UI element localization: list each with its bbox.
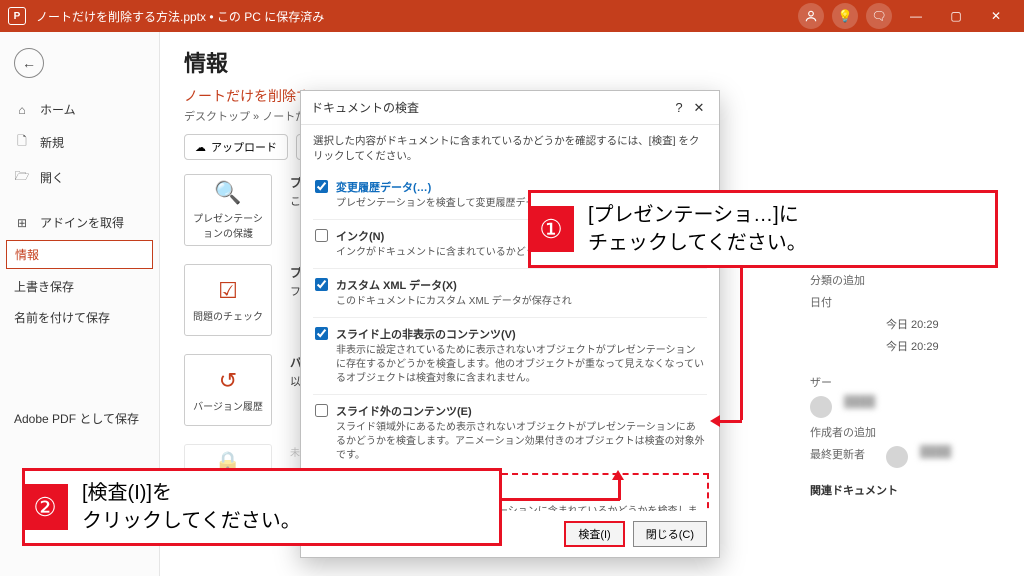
title-bar: P ノートだけを削除する方法.pptx • この PC に保存済み 💡 🗨 ― … [0, 0, 1024, 32]
step-number-1: ① [528, 206, 574, 252]
lightbulb-icon[interactable]: 💡 [832, 3, 858, 29]
inspect-item[interactable]: スライド上の非表示のコンテンツ(V)非表示に設定されているために表示されないオブ… [313, 317, 707, 394]
close-button[interactable]: 閉じる(C) [633, 521, 707, 547]
instruction-callout-2: ② [検査(I)]を クリックしてください。 [22, 468, 502, 546]
nav-info[interactable]: 情報 [6, 240, 153, 269]
minimize-button[interactable]: ― [896, 0, 936, 32]
help-button[interactable]: ? [669, 100, 689, 115]
arrow-line [618, 478, 621, 500]
protect-presentation-button[interactable]: 🔍プレゼンテーションの保護 [184, 174, 272, 246]
version-history-button[interactable]: ↺バージョン履歴 [184, 354, 272, 426]
addins-icon: ⊞ [14, 216, 30, 230]
window-title: ノートだけを削除する方法.pptx • この PC に保存済み [36, 8, 794, 25]
maximize-button[interactable]: ▢ [936, 0, 976, 32]
properties-panel: 分類の追加 日付 今日 20:29 今日 20:29 ザー ████ 作成者の追… [810, 272, 1000, 504]
powerpoint-icon: P [8, 7, 26, 25]
avatar [886, 446, 908, 468]
dialog-description: 選択した内容がドキュメントに含まれているかどうかを確認するには、[検査] をクリ… [301, 125, 719, 171]
check-issues-button[interactable]: ☑問題のチェック [184, 264, 272, 336]
nav-new[interactable]: 🗋新規 [0, 125, 159, 160]
feedback-icon[interactable]: 🗨 [866, 3, 892, 29]
inspect-item[interactable]: カスタム XML データ(X)このドキュメントにカスタム XML データが保存さ… [313, 268, 707, 317]
arrow-line [502, 498, 620, 501]
inspect-item[interactable]: スライド外のコンテンツ(E)スライド領域外にあるため表示されないオブジェクトがプ… [313, 394, 707, 471]
back-button[interactable]: ← [14, 48, 44, 78]
page-heading: 情報 [184, 46, 1000, 78]
open-icon: 🗁 [14, 167, 30, 188]
nav-saveas[interactable]: 名前を付けて保存 [0, 302, 159, 333]
home-icon: ⌂ [14, 103, 30, 117]
upload-button[interactable]: ☁ アップロード [184, 134, 288, 160]
avatar [810, 396, 832, 418]
check-icon: ☑ [218, 278, 238, 304]
dialog-close-button[interactable]: ✕ [689, 100, 709, 116]
account-icon[interactable] [798, 3, 824, 29]
dialog-title: ドキュメントの検査 [311, 99, 669, 116]
history-icon: ↺ [219, 368, 237, 394]
checkbox-hidden[interactable] [315, 327, 328, 340]
lock-icon: 🔍 [214, 180, 241, 206]
nav-pdf[interactable]: Adobe PDF として保存 [0, 403, 159, 434]
checkbox-offslide[interactable] [315, 404, 328, 417]
checkbox-xml[interactable] [315, 278, 328, 291]
close-button[interactable]: ✕ [976, 0, 1016, 32]
checkbox-revision[interactable] [315, 180, 328, 193]
new-icon: 🗋 [14, 132, 30, 153]
arrowhead-icon [612, 470, 624, 480]
arrow-line [718, 420, 742, 423]
nav-home[interactable]: ⌂ホーム [0, 94, 159, 125]
nav-open[interactable]: 🗁開く [0, 160, 159, 195]
checkbox-ink[interactable] [315, 229, 328, 242]
arrow-line [740, 260, 743, 420]
nav-save[interactable]: 上書き保存 [0, 271, 159, 302]
arrowhead-icon [710, 415, 720, 427]
nav-addins[interactable]: ⊞アドインを取得 [0, 207, 159, 238]
step-number-2: ② [22, 484, 68, 530]
inspect-button[interactable]: 検査(I) [564, 521, 624, 547]
instruction-callout-1: ① [プレゼンテーショ…]に チェックしてください。 [528, 190, 998, 268]
